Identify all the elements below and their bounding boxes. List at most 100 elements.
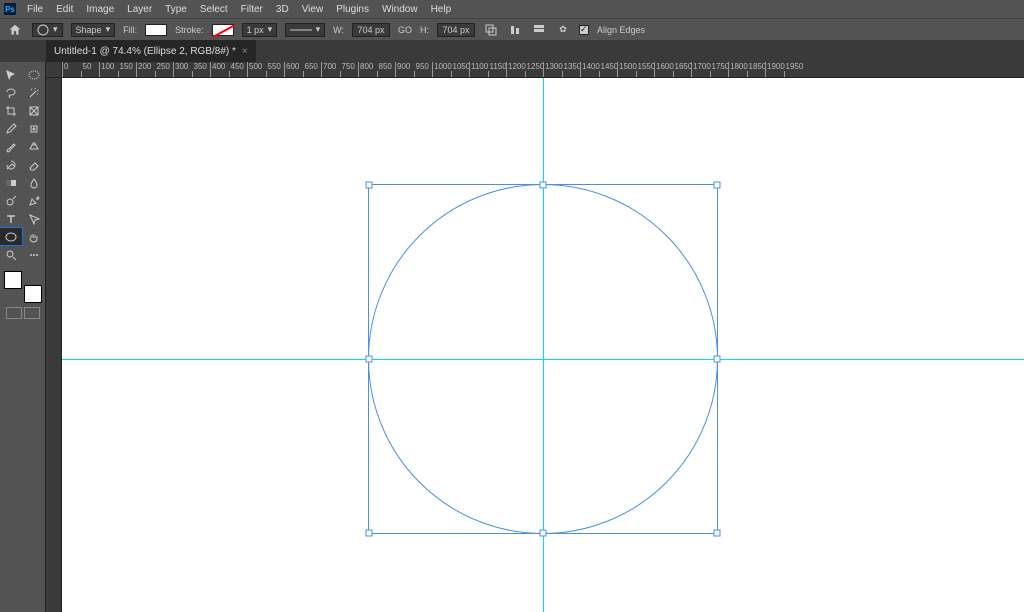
ruler-tick-label: 1250 — [527, 62, 545, 71]
home-icon — [8, 23, 22, 37]
document-tab-bar: Untitled-1 @ 74.4% (Ellipse 2, RGB/8#) *… — [0, 40, 1024, 62]
tool-move[interactable] — [0, 66, 22, 83]
tool-marquee-ellipse[interactable] — [23, 66, 45, 83]
tool-zoom[interactable] — [0, 246, 22, 263]
ellipse-shape-path[interactable] — [368, 184, 718, 534]
tool-frame[interactable] — [23, 102, 45, 119]
menu-type[interactable]: Type — [159, 2, 193, 17]
options-bar: ▾ Shape▾ Fill: Stroke: 1 px▾ ▾ W: GO H: … — [0, 18, 1024, 40]
fill-label: Fill: — [123, 25, 137, 35]
screenmode-button[interactable] — [24, 307, 40, 319]
home-button[interactable] — [6, 22, 24, 38]
handle-bl[interactable] — [366, 530, 373, 537]
tool-crop[interactable] — [0, 102, 22, 119]
handle-tr[interactable] — [714, 182, 721, 189]
stroke-style[interactable]: ▾ — [285, 23, 325, 37]
tool-history-brush[interactable] — [0, 156, 22, 173]
tool-blur[interactable] — [23, 174, 45, 191]
align-edges-checkbox[interactable] — [579, 25, 589, 35]
tool-type[interactable] — [0, 210, 22, 227]
close-icon[interactable]: × — [242, 46, 248, 57]
healing-icon — [27, 122, 41, 136]
document-viewport[interactable] — [62, 78, 1024, 612]
menu-3d[interactable]: 3D — [270, 2, 295, 17]
link-wh[interactable]: GO — [398, 25, 412, 35]
path-select-icon — [27, 212, 41, 226]
menu-image[interactable]: Image — [80, 2, 120, 17]
tool-clone[interactable] — [23, 138, 45, 155]
type-icon — [4, 212, 18, 226]
menu-plugins[interactable]: Plugins — [330, 2, 375, 17]
tool-path-select[interactable] — [23, 210, 45, 227]
ruler-tick-label: 0 — [64, 62, 68, 71]
mode-label: Shape — [76, 25, 102, 35]
mode-select[interactable]: Shape▾ — [71, 23, 116, 37]
tool-ellipse-shape[interactable] — [0, 228, 22, 245]
crop-icon — [4, 104, 18, 118]
tool-dodge[interactable] — [0, 192, 22, 209]
stroke-width-value: 1 px — [247, 25, 264, 35]
workspace: Untitled-1 @ 74.4% (Ellipse 2, RGB/8#) *… — [0, 40, 1024, 612]
tools-panel — [0, 62, 46, 612]
menu-help[interactable]: Help — [425, 2, 458, 17]
chevron-down-icon: ▾ — [53, 24, 58, 35]
ruler-tick-label: 200 — [138, 62, 151, 71]
tool-eyedropper[interactable] — [0, 120, 22, 137]
width-label: W: — [333, 25, 344, 35]
tool-lasso[interactable] — [0, 84, 22, 101]
menu-file[interactable]: File — [21, 2, 49, 17]
stroke-width[interactable]: 1 px▾ — [242, 23, 278, 37]
fill-swatch[interactable] — [145, 24, 167, 36]
menu-view[interactable]: View — [296, 2, 330, 17]
ruler-tick-label: 750 — [342, 62, 355, 71]
gear-button[interactable]: ✿ — [555, 22, 571, 38]
tool-wand[interactable] — [23, 84, 45, 101]
arrange-button[interactable] — [531, 22, 547, 38]
ruler-vertical[interactable] — [46, 78, 62, 612]
blur-icon — [27, 176, 41, 190]
tool-eraser[interactable] — [23, 156, 45, 173]
menu-filter[interactable]: Filter — [235, 2, 269, 17]
ruler-tick-label: 1650 — [675, 62, 693, 71]
tool-pen[interactable] — [23, 192, 45, 209]
ruler-tick-label: 1800 — [730, 62, 748, 71]
handle-br[interactable] — [714, 530, 721, 537]
tool-healing[interactable] — [23, 120, 45, 137]
ruler-corner[interactable] — [46, 62, 62, 78]
stack-icon — [533, 24, 545, 36]
line-icon — [290, 28, 311, 32]
ruler-tick-label: 100 — [101, 62, 114, 71]
document-tab-title: Untitled-1 @ 74.4% (Ellipse 2, RGB/8#) * — [54, 46, 236, 57]
quickmask-button[interactable] — [6, 307, 22, 319]
handle-tl[interactable] — [366, 182, 373, 189]
menu-layer[interactable]: Layer — [121, 2, 158, 17]
ruler-horizontal[interactable]: 0501001502002503003504004505005506006507… — [62, 62, 1024, 78]
menu-select[interactable]: Select — [194, 2, 234, 17]
foreground-color-swatch[interactable] — [4, 271, 22, 289]
move-icon — [4, 68, 18, 82]
width-input[interactable] — [352, 23, 390, 37]
menu-window[interactable]: Window — [376, 2, 424, 17]
tool-preset-ellipse[interactable]: ▾ — [32, 23, 63, 37]
tool-hand[interactable] — [23, 228, 45, 245]
tool-gradient[interactable] — [0, 174, 22, 191]
ruler-tick-label: 450 — [231, 62, 244, 71]
ruler-tick-label: 250 — [157, 62, 170, 71]
align-button[interactable] — [507, 22, 523, 38]
height-input[interactable] — [437, 23, 475, 37]
color-swatches[interactable] — [4, 271, 42, 303]
ruler-tick-label: 700 — [323, 62, 336, 71]
stroke-swatch[interactable] — [212, 24, 234, 36]
eraser-icon — [27, 158, 41, 172]
ruler-tick-label: 50 — [83, 62, 92, 71]
lasso-icon — [4, 86, 18, 100]
tool-brush[interactable] — [0, 138, 22, 155]
background-color-swatch[interactable] — [24, 285, 42, 303]
ruler-tick-label: 1850 — [749, 62, 767, 71]
menu-edit[interactable]: Edit — [50, 2, 79, 17]
ruler-tick-label: 1000 — [434, 62, 452, 71]
tool-more[interactable] — [23, 246, 45, 263]
path-ops-button[interactable] — [483, 22, 499, 38]
brush-icon — [4, 140, 18, 154]
document-tab[interactable]: Untitled-1 @ 74.4% (Ellipse 2, RGB/8#) *… — [46, 40, 256, 62]
